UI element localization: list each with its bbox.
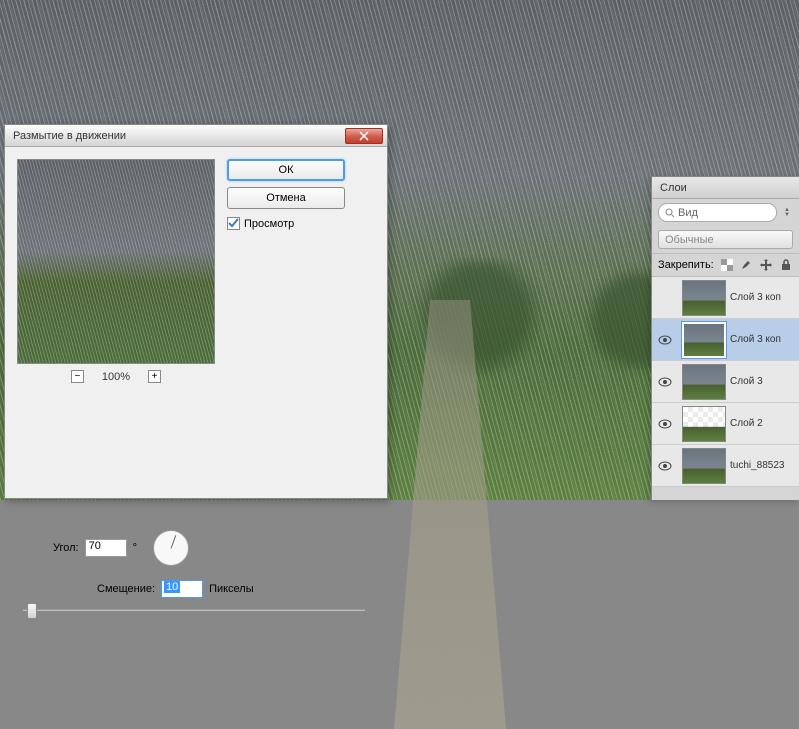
eye-icon	[658, 377, 672, 387]
angle-dial[interactable]	[153, 530, 189, 566]
blend-mode-dropdown[interactable]: Обычные	[658, 230, 793, 249]
offset-label: Смещение:	[97, 583, 155, 595]
offset-input[interactable]: 10	[161, 580, 203, 598]
check-icon	[228, 218, 239, 229]
preview-column: − 100% +	[17, 159, 215, 383]
lock-move-icon[interactable]	[759, 258, 773, 272]
layer-item[interactable]: Слой 3	[652, 361, 799, 403]
search-icon	[665, 208, 675, 218]
preview-label: Просмотр	[244, 218, 294, 230]
close-button[interactable]	[345, 128, 383, 144]
offset-slider[interactable]	[23, 602, 365, 618]
offset-unit: Пикселы	[209, 583, 254, 595]
lock-brush-icon[interactable]	[740, 258, 754, 272]
slider-thumb[interactable]	[27, 603, 37, 619]
layer-thumbnail[interactable]	[682, 280, 726, 316]
lock-all-icon[interactable]	[779, 258, 793, 272]
eye-icon	[658, 461, 672, 471]
layer-thumbnail[interactable]	[682, 364, 726, 400]
layer-thumbnail[interactable]	[682, 448, 726, 484]
eye-icon	[658, 419, 672, 429]
zoom-percent: 100%	[102, 371, 130, 383]
dialog-titlebar[interactable]: Размытие в движении	[5, 125, 387, 147]
layer-item[interactable]: Слой 3 коп	[652, 277, 799, 319]
angle-label: Угол:	[53, 542, 79, 554]
angle-unit: °	[133, 542, 137, 554]
dialog-body: − 100% + ОК Отмена Просмотр	[5, 147, 387, 395]
layer-filter-row: Вид ▲▼	[652, 199, 799, 226]
layer-name-label[interactable]: Слой 3 коп	[730, 292, 799, 303]
layer-visibility-toggle[interactable]	[652, 419, 678, 429]
layers-tab[interactable]: Слои	[652, 177, 799, 199]
layer-visibility-toggle[interactable]	[652, 461, 678, 471]
zoom-in-button[interactable]: +	[148, 370, 161, 383]
layer-item[interactable]: tuchi_88523	[652, 445, 799, 487]
blend-mode-row: Обычные	[652, 226, 799, 253]
layer-thumbnail[interactable]	[682, 322, 726, 358]
filter-stepper[interactable]: ▲▼	[781, 208, 793, 218]
layer-list: Слой 3 коп Слой 3 коп Слой 3 Слой 2 tuchi_88…	[652, 277, 799, 487]
layer-visibility-toggle[interactable]	[652, 335, 678, 345]
layers-panel: Слои Вид ▲▼ Обычные Закрепить: Слой 3 ко…	[651, 176, 799, 500]
zoom-out-button[interactable]: −	[71, 370, 84, 383]
layer-name-label[interactable]: Слой 2	[730, 418, 799, 429]
preview-checkbox-row: Просмотр	[227, 217, 375, 230]
close-icon	[359, 131, 369, 141]
lock-transparency-icon[interactable]	[720, 258, 734, 272]
zoom-controls: − 100% +	[17, 370, 215, 383]
lock-label: Закрепить:	[658, 259, 714, 271]
layer-name-label[interactable]: Слой 3 коп	[730, 334, 799, 345]
lock-row: Закрепить:	[652, 253, 799, 277]
preview-checkbox[interactable]	[227, 217, 240, 230]
layer-filter-input[interactable]: Вид	[658, 203, 777, 222]
angle-input[interactable]: 70	[85, 539, 127, 557]
layer-name-label[interactable]: Слой 3	[730, 376, 799, 387]
layer-name-label[interactable]: tuchi_88523	[730, 460, 799, 471]
layer-visibility-toggle[interactable]	[652, 377, 678, 387]
cancel-button[interactable]: Отмена	[227, 187, 345, 209]
angle-row: Угол: 70 °	[53, 530, 189, 566]
layer-item[interactable]: Слой 3 коп	[652, 319, 799, 361]
button-column: ОК Отмена Просмотр	[227, 159, 375, 383]
ok-button[interactable]: ОК	[227, 159, 345, 181]
eye-icon	[658, 335, 672, 345]
layer-thumbnail[interactable]	[682, 406, 726, 442]
preview-image[interactable]	[17, 159, 215, 364]
motion-blur-dialog: Размытие в движении − 100% + ОК Отмена П…	[4, 124, 388, 499]
layer-item[interactable]: Слой 2	[652, 403, 799, 445]
slider-track	[23, 609, 365, 611]
dialog-title: Размытие в движении	[9, 130, 345, 142]
offset-row: Смещение: 10 Пикселы	[97, 580, 254, 598]
